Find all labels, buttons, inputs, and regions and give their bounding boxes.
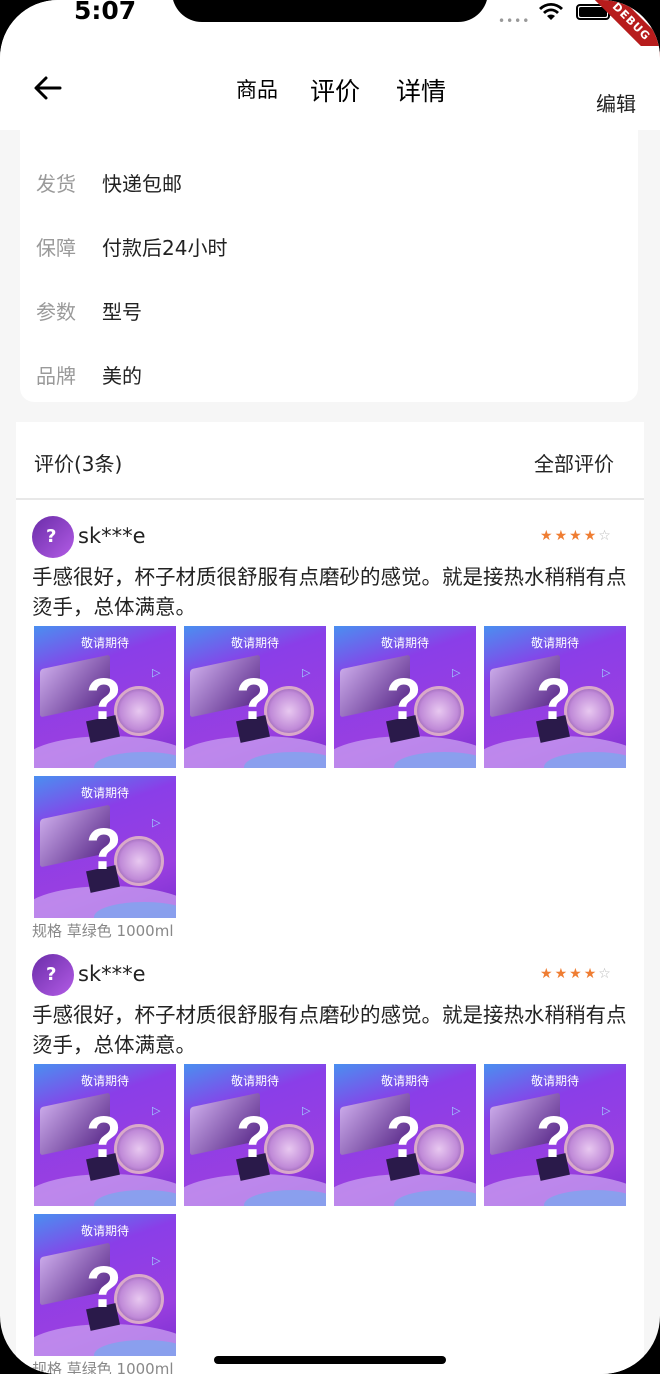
review-photo[interactable]: 敬请期待 ? ▷ (34, 776, 176, 918)
photo-caption: 敬请期待 (80, 786, 129, 800)
status-time: 5:07 (74, 0, 137, 25)
review-spec: 规格 草绿色 1000ml (32, 1360, 174, 1374)
review-photo[interactable]: 敬请期待 ? ▷ (184, 626, 326, 768)
star-filled-icon: ★ (569, 528, 584, 544)
edit-button[interactable]: 编辑 (596, 88, 636, 117)
star-filled-icon: ★ (569, 966, 584, 982)
info-label: 保障 (36, 236, 76, 260)
star-filled-icon: ★ (583, 528, 599, 544)
tab-detail[interactable]: 详情 (396, 72, 446, 108)
tab-goods[interactable]: 商品 (236, 74, 278, 104)
info-value: 快递包邮 (102, 172, 182, 196)
photo-caption: 敬请期待 (80, 636, 129, 650)
star-filled-icon: ★ (583, 966, 599, 982)
product-info-card: 发货 快递包邮 保障 付款后24小时 参数 型号 品牌 美的 (20, 126, 638, 402)
info-value: 型号 (102, 300, 142, 324)
review-count: 评价(3条) (34, 452, 123, 476)
wifi-icon (539, 3, 563, 20)
review-photo[interactable]: 敬请期待 ? ▷ (484, 1064, 626, 1206)
question-mark-icon: ? (86, 817, 122, 882)
star-rating: ★★★★☆ (540, 966, 613, 982)
photo-caption: 敬请期待 (530, 636, 579, 650)
review-text: 手感很好，杯子材质很舒服有点磨砂的感觉。就是接热水稍稍有点烫手，总体满意。 (32, 1003, 627, 1057)
star-empty-icon: ☆ (598, 966, 613, 982)
question-mark-icon: ? (236, 1105, 272, 1170)
home-indicator[interactable] (214, 1356, 446, 1364)
question-mark-icon: ? (236, 667, 272, 732)
photo-caption: 敬请期待 (380, 1074, 429, 1088)
avatar[interactable]: ? (32, 954, 74, 996)
question-mark-icon: ? (536, 1105, 572, 1170)
star-filled-icon: ★ (540, 966, 555, 982)
photo-caption: 敬请期待 (230, 636, 279, 650)
all-reviews-link[interactable]: 全部评价 (534, 448, 614, 477)
info-value: 付款后24小时 (102, 236, 228, 260)
question-mark-icon: ? (386, 667, 422, 732)
info-value: 美的 (102, 364, 142, 388)
review-photo[interactable]: 敬请期待 ? ▷ (34, 1064, 176, 1206)
star-filled-icon: ★ (554, 966, 570, 982)
info-label: 发货 (36, 172, 76, 196)
signal-icon: •••• (498, 14, 531, 28)
review-section: 评价(3条) 全部评价 ? sk***e ★★★★☆ 手感很好，杯子材质很舒服有… (16, 422, 644, 1374)
photo-caption: 敬请期待 (80, 1224, 129, 1238)
back-arrow-icon[interactable] (30, 70, 66, 106)
question-mark-icon: ? (86, 667, 122, 732)
review-text: 手感很好，杯子材质很舒服有点磨砂的感觉。就是接热水稍稍有点烫手，总体满意。 (32, 565, 627, 619)
review-photo[interactable]: 敬请期待 ? ▷ (334, 1064, 476, 1206)
review-photo[interactable]: 敬请期待 ? ▷ (34, 1214, 176, 1356)
info-label: 品牌 (36, 364, 76, 388)
star-empty-icon: ☆ (598, 528, 613, 544)
status-bar: 5:07 •••• (0, 0, 660, 46)
review-photo[interactable]: 敬请期待 ? ▷ (34, 626, 176, 768)
star-filled-icon: ★ (540, 528, 555, 544)
info-row-brand: 品牌 美的 (36, 360, 142, 390)
review-spec: 规格 草绿色 1000ml (32, 922, 174, 940)
notch (172, 0, 488, 22)
review-photo[interactable]: 敬请期待 ? ▷ (484, 626, 626, 768)
star-rating: ★★★★☆ (540, 528, 613, 544)
review-photo[interactable]: 敬请期待 ? ▷ (334, 626, 476, 768)
question-mark-icon: ? (386, 1105, 422, 1170)
phone-screen: 5:07 •••• DEBUG 商品 评价 详情 编辑 发货 快递包邮 保障 付款后… (0, 0, 660, 1374)
info-row-shipping: 发货 快递包邮 (36, 168, 182, 198)
photo-caption: 敬请期待 (530, 1074, 579, 1088)
question-mark-icon: ? (536, 667, 572, 732)
star-filled-icon: ★ (554, 528, 570, 544)
question-mark-icon: ? (86, 1105, 122, 1170)
tab-review[interactable]: 评价 (310, 72, 360, 108)
review-photo[interactable]: 敬请期待 ? ▷ (184, 1064, 326, 1206)
photo-caption: 敬请期待 (380, 636, 429, 650)
info-label: 参数 (36, 300, 76, 324)
photo-caption: 敬请期待 (80, 1074, 129, 1088)
question-mark-icon: ? (86, 1255, 122, 1320)
review-username: sk***e (78, 524, 146, 548)
review-username: sk***e (78, 962, 146, 986)
info-row-params: 参数 型号 (36, 296, 142, 326)
info-row-guarantee: 保障 付款后24小时 (36, 232, 227, 262)
app-bar: 商品 评价 详情 编辑 (0, 46, 660, 130)
avatar[interactable]: ? (32, 516, 74, 558)
review-header: 评价(3条) 全部评价 (16, 422, 644, 500)
photo-caption: 敬请期待 (230, 1074, 279, 1088)
